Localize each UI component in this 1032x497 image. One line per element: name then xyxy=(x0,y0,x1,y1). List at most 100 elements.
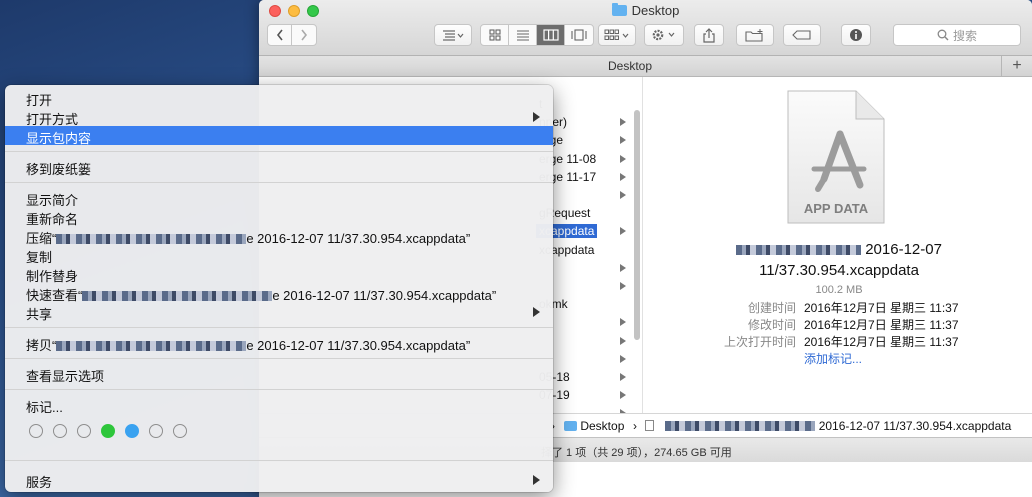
metadata-key: 上次打开时间 xyxy=(723,335,796,349)
metadata-row: 创建时间 2016年12月7日 星期三 11:37 xyxy=(644,299,1032,316)
disclosure-arrow-icon xyxy=(620,263,626,272)
tag-color-dot[interactable] xyxy=(101,424,115,438)
list-icon xyxy=(516,30,529,41)
metadata-row: 修改时间 2016年12月7日 星期三 11:37 xyxy=(644,316,1032,333)
search-input[interactable]: 搜索 xyxy=(893,24,1021,46)
arrange-button[interactable] xyxy=(434,24,472,46)
menu-separator xyxy=(5,327,553,328)
tab-desktop[interactable]: Desktop xyxy=(259,59,1001,73)
menu-item-share[interactable]: 共享 xyxy=(5,302,553,322)
folder-icon xyxy=(564,421,577,431)
info-icon xyxy=(850,29,862,41)
file-size: 100.2 MB xyxy=(815,284,863,296)
menu-item-open-with[interactable]: 打开方式 xyxy=(5,107,553,127)
metadata-key: 修改时间 xyxy=(747,318,796,332)
back-forward-control xyxy=(267,24,317,46)
chevron-left-icon xyxy=(276,29,283,41)
metadata-value: 2016年12月7日 星期三 11:37 xyxy=(804,301,959,315)
group-button[interactable] xyxy=(598,24,636,46)
add-tags-link[interactable]: 添加标记... xyxy=(804,350,862,367)
disclosure-arrow-icon xyxy=(620,191,626,199)
disclosure-arrow-icon xyxy=(620,227,626,236)
view-mode-control xyxy=(480,24,594,46)
menu-item-compress[interactable]: 压缩“ e 2016-12-07 11/37.30.954.xcappdata” xyxy=(5,226,553,246)
tag-color-dot[interactable] xyxy=(29,424,43,438)
new-folder-button[interactable] xyxy=(736,24,774,46)
tag-color-dot[interactable] xyxy=(53,424,67,438)
menu-separator xyxy=(5,358,553,359)
disclosure-arrow-icon xyxy=(620,154,626,163)
window-title: Desktop xyxy=(259,3,1032,18)
cover-flow-button[interactable] xyxy=(565,25,593,45)
metadata-value: 2016年12月7日 星期三 11:37 xyxy=(804,318,959,332)
menu-item-copy[interactable]: 拷贝“ e 2016-12-07 11/37.30.954.xcappdata” xyxy=(5,333,553,353)
metadata-key: 创建时间 xyxy=(747,301,796,315)
icon-view-button[interactable] xyxy=(481,25,509,45)
back-button[interactable] xyxy=(268,25,292,45)
disclosure-arrow-icon xyxy=(620,318,626,327)
search-icon xyxy=(937,29,949,41)
menu-item-make-alias[interactable]: 制作替身 xyxy=(5,264,553,284)
grid-icon xyxy=(488,29,501,41)
menu-item-get-info[interactable]: 显示简介 xyxy=(5,188,553,208)
path-folder-item[interactable]: Desktop xyxy=(564,419,624,433)
title-bar: Desktop 搜索 xyxy=(259,0,1032,56)
disclosure-arrow-icon xyxy=(620,172,626,181)
menu-item-open[interactable]: 打开 xyxy=(5,88,553,108)
menu-separator xyxy=(5,151,553,152)
document-icon xyxy=(645,420,654,431)
info-button[interactable] xyxy=(841,24,871,46)
gear-icon xyxy=(652,29,675,41)
action-button[interactable] xyxy=(644,24,684,46)
disclosure-arrow-icon xyxy=(620,391,626,400)
disclosure-arrow-icon xyxy=(620,136,626,145)
menu-item-duplicate[interactable]: 复制 xyxy=(5,245,553,265)
menu-item-tags[interactable]: 标记... xyxy=(5,395,553,415)
menu-separator xyxy=(5,182,553,183)
share-button[interactable] xyxy=(694,24,724,46)
tag-color-dot[interactable] xyxy=(77,424,91,438)
disclosure-arrow-icon xyxy=(620,336,626,345)
new-folder-icon xyxy=(745,28,763,42)
folder-icon xyxy=(611,3,627,16)
menu-item-services[interactable]: 服务 xyxy=(5,470,553,490)
tag-color-dot[interactable] xyxy=(173,424,187,438)
group-icon xyxy=(604,29,629,40)
file-name: 2016-12-07 11/37.30.954.xcappdata xyxy=(674,239,1004,281)
chevron-right-icon xyxy=(301,29,308,41)
tag-button[interactable] xyxy=(783,24,821,46)
tag-color-dot[interactable] xyxy=(149,424,163,438)
menu-item-view-options[interactable]: 查看显示选项 xyxy=(5,364,553,384)
menu-item-show-package-contents[interactable]: 显示包内容 xyxy=(5,126,553,146)
share-icon xyxy=(703,27,715,43)
tag-colors xyxy=(29,424,197,438)
icon-label: APP DATA xyxy=(804,201,869,216)
list-view-button[interactable] xyxy=(509,25,537,45)
menu-separator xyxy=(5,460,553,461)
app-data-document-icon: APP DATA xyxy=(784,89,888,228)
submenu-arrow-icon xyxy=(533,475,540,485)
tag-color-dot[interactable] xyxy=(125,424,139,438)
path-file-item[interactable]: 2016-12-07 11/37.30.954.xcappdata xyxy=(645,419,1011,433)
menu-item-rename[interactable]: 重新命名 xyxy=(5,207,553,227)
cover-flow-icon xyxy=(571,29,587,41)
context-menu: 打开 打开方式 显示包内容 移到废纸篓 显示简介 重新命名 压缩“ e 2016-… xyxy=(5,85,553,492)
submenu-arrow-icon xyxy=(533,112,540,122)
disclosure-arrow-icon xyxy=(620,373,626,381)
menu-item-move-to-trash[interactable]: 移到废纸篓 xyxy=(5,157,553,177)
metadata-row: 上次打开时间 2016年12月7日 星期三 11:37 xyxy=(644,333,1032,350)
menu-separator xyxy=(5,389,553,390)
metadata-value: 2016年12月7日 星期三 11:37 xyxy=(804,335,959,349)
menu-item-quick-look[interactable]: 快速查看“ e 2016-12-07 11/37.30.954.xcappdata… xyxy=(5,283,553,303)
disclosure-arrow-icon xyxy=(620,282,626,290)
forward-button[interactable] xyxy=(292,25,316,45)
submenu-arrow-icon xyxy=(533,307,540,317)
tab-bar: Desktop + xyxy=(259,56,1032,77)
preview-pane: APP DATA 2016-12-07 11/37.30.954.xcappda… xyxy=(644,77,1032,413)
arrange-icon xyxy=(443,30,464,41)
disclosure-arrow-icon xyxy=(620,354,626,363)
new-tab-button[interactable]: + xyxy=(1001,56,1032,76)
column-scrollbar[interactable] xyxy=(634,110,640,340)
tag-icon xyxy=(792,30,811,40)
column-view-button[interactable] xyxy=(537,25,565,45)
